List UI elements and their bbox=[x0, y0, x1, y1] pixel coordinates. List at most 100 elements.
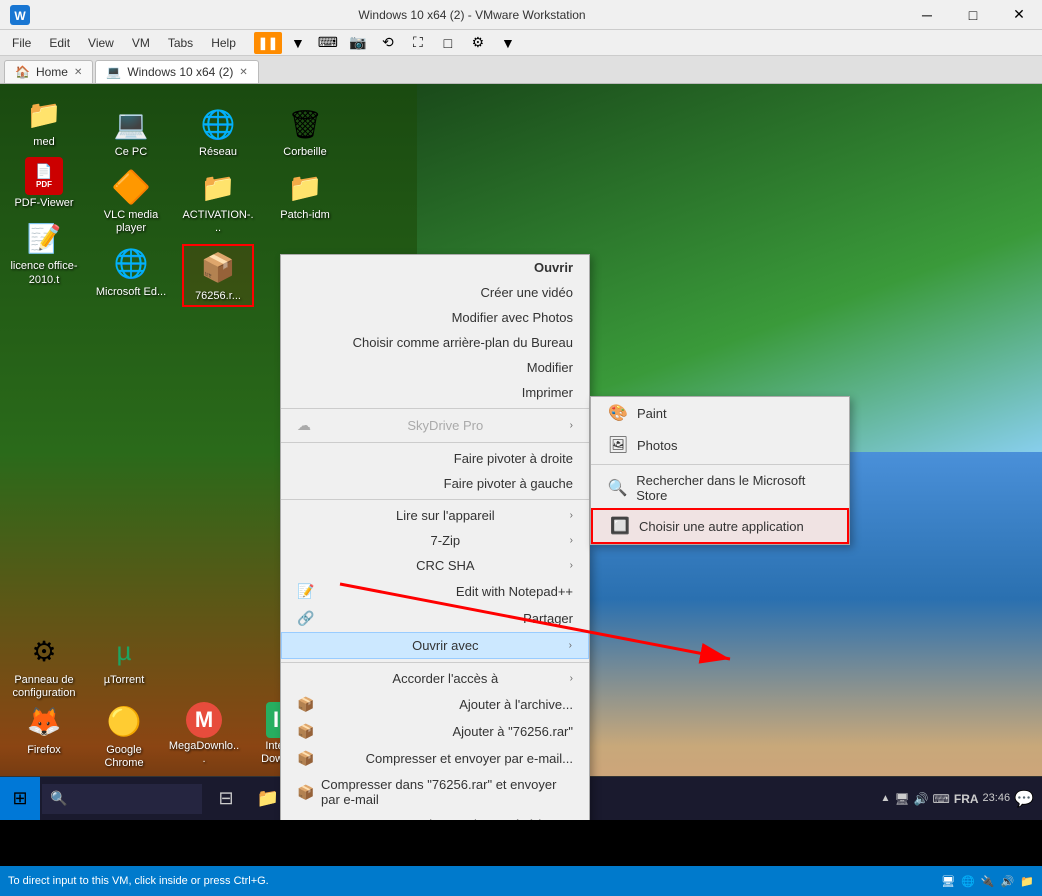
tab-vm-close[interactable]: ✕ bbox=[239, 67, 247, 78]
ctx-imprimer[interactable]: Imprimer bbox=[281, 380, 589, 405]
desktop-icon-reseau[interactable]: 🌐 Réseau bbox=[182, 104, 254, 159]
send-ctrl-alt-del[interactable]: ⌨ bbox=[314, 32, 342, 54]
network-status-icon: 🌐 bbox=[961, 875, 975, 888]
ctx-sep3 bbox=[281, 499, 589, 500]
tab-home[interactable]: 🏠 Home ✕ bbox=[4, 60, 93, 83]
ctx-pivoter-droite[interactable]: Faire pivoter à droite bbox=[281, 446, 589, 471]
settings[interactable]: ⚙ bbox=[464, 32, 492, 54]
desktop-icons-bottom: ⚙ Panneau de configuration µ µTorrent bbox=[8, 632, 160, 700]
unity[interactable]: □ bbox=[434, 32, 462, 54]
desktop-icons-bottom2: 🦊 Firefox 🟡 Google Chrome M MegaDownlo..… bbox=[8, 702, 320, 770]
tabbar: 🏠 Home ✕ 💻 Windows 10 x64 (2) ✕ bbox=[0, 56, 1042, 84]
sub-paint[interactable]: 🎨 Paint bbox=[591, 397, 849, 429]
window-title: Windows 10 x64 (2) - VMware Workstation bbox=[40, 8, 904, 22]
desktop-icon-cepc[interactable]: 💻 Ce PC bbox=[95, 104, 167, 159]
desktop-col-1: 💻 Ce PC 🔶 VLC media player 🌐 Microsoft E… bbox=[95, 104, 167, 307]
submenu: 🎨 Paint 🖼 Photos 🔍 Rechercher dans le Mi… bbox=[590, 396, 850, 545]
close-button[interactable]: ✕ bbox=[996, 0, 1042, 30]
menu-view[interactable]: View bbox=[80, 34, 122, 52]
desktop-icon-mega[interactable]: M MegaDownlo... bbox=[168, 702, 240, 770]
ctx-arriere-plan[interactable]: Choisir comme arrière-plan du Bureau bbox=[281, 330, 589, 355]
desktop-icon-activation[interactable]: 📁 ACTIVATION-... bbox=[182, 167, 254, 235]
desktop-icon-rar[interactable]: 📦 76256.r... bbox=[182, 244, 254, 307]
desktop-icon-vlc[interactable]: 🔶 VLC media player bbox=[95, 167, 167, 235]
ctx-7zip[interactable]: 7-Zip› bbox=[281, 528, 589, 553]
desktop-col-2: 🌐 Réseau 📁 ACTIVATION-... 📦 76256.r... bbox=[182, 104, 254, 307]
desktop-icon-utorrent[interactable]: µ µTorrent bbox=[88, 632, 160, 700]
tab-vm-label: Windows 10 x64 (2) bbox=[127, 65, 233, 79]
menu-help[interactable]: Help bbox=[203, 34, 244, 52]
ctx-sep2 bbox=[281, 442, 589, 443]
vm-start-button[interactable]: ⊞ bbox=[0, 777, 40, 821]
ctx-ouvrir[interactable]: Ouvrir bbox=[281, 255, 589, 280]
context-menu: Ouvrir Créer une vidéo Modifier avec Pho… bbox=[280, 254, 590, 820]
vm-notification-icon[interactable]: 💬 bbox=[1014, 789, 1034, 809]
snapshot[interactable]: 📷 bbox=[344, 32, 372, 54]
ctx-skydrive[interactable]: ☁SkyDrive Pro› bbox=[281, 412, 589, 439]
desktop-icon-firefox[interactable]: 🦊 Firefox bbox=[8, 702, 80, 770]
desktop-icon-chrome[interactable]: 🟡 Google Chrome bbox=[88, 702, 160, 770]
menu-file[interactable]: File bbox=[4, 34, 39, 52]
ctx-modifier[interactable]: Modifier bbox=[281, 355, 589, 380]
vm-network-icon[interactable]: 🖥 bbox=[894, 792, 909, 806]
ctx-restaurer[interactable]: Restaurer les versions précédentes bbox=[281, 812, 589, 820]
ctx-notepad[interactable]: 📝Edit with Notepad++ bbox=[281, 578, 589, 605]
vm-lang[interactable]: FRA bbox=[954, 792, 979, 806]
settings-arrow[interactable]: ▼ bbox=[494, 32, 522, 54]
tab-home-label: Home bbox=[36, 65, 68, 79]
power-button[interactable]: ▼ bbox=[284, 32, 312, 54]
desktop-icon-corbeille[interactable]: 🗑 Corbeille bbox=[269, 104, 341, 159]
ctx-sep4 bbox=[281, 662, 589, 663]
revert[interactable]: ⟲ bbox=[374, 32, 402, 54]
tab-home-close[interactable]: ✕ bbox=[74, 67, 82, 78]
vm-search-bar[interactable]: 🔍 bbox=[42, 784, 202, 814]
desktop-col-0: 📁 med 📄PDF PDF-Viewer 📝 licence office-2… bbox=[8, 94, 80, 307]
ctx-lire-appareil[interactable]: Lire sur l'appareil› bbox=[281, 503, 589, 528]
ctx-partager[interactable]: 🔗Partager bbox=[281, 605, 589, 632]
desktop-icon-patch[interactable]: 📁 Patch-idm bbox=[269, 167, 341, 222]
ctx-ajouter-rar[interactable]: 📦Ajouter à "76256.rar" bbox=[281, 718, 589, 745]
maximize-button[interactable]: □ bbox=[950, 0, 996, 30]
desktop-icon-pdf[interactable]: 📄PDF PDF-Viewer bbox=[8, 157, 80, 210]
ctx-sep1 bbox=[281, 408, 589, 409]
ctx-pivoter-gauche[interactable]: Faire pivoter à gauche bbox=[281, 471, 589, 496]
vm-keyboard-icon[interactable]: ⌨ bbox=[933, 792, 950, 806]
vm-taskview-icon[interactable]: ⊟ bbox=[206, 778, 246, 820]
ctx-ajouter-archive[interactable]: 📦Ajouter à l'archive... bbox=[281, 691, 589, 718]
ctx-ouvrir-avec[interactable]: Ouvrir avec› bbox=[281, 632, 589, 659]
ctx-crc-sha[interactable]: CRC SHA› bbox=[281, 553, 589, 578]
vm-systray: ▲ 🖥 🔊 ⌨ FRA 23:46 💬 bbox=[880, 789, 1042, 809]
ctx-modifier-photos[interactable]: Modifier avec Photos bbox=[281, 305, 589, 330]
desktop-icon-panneauconfig[interactable]: ⚙ Panneau de configuration bbox=[8, 632, 80, 700]
sub-photos[interactable]: 🖼 Photos bbox=[591, 429, 849, 461]
vm-systray-arrow[interactable]: ▲ bbox=[880, 793, 890, 804]
menu-tabs[interactable]: Tabs bbox=[160, 34, 201, 52]
ctx-creer-video[interactable]: Créer une vidéo bbox=[281, 280, 589, 305]
menu-vm[interactable]: VM bbox=[124, 34, 158, 52]
menu-edit[interactable]: Edit bbox=[41, 34, 78, 52]
minimize-button[interactable]: ─ bbox=[904, 0, 950, 30]
vm-volume-icon[interactable]: 🔊 bbox=[914, 792, 929, 806]
sub-autre-app[interactable]: 🔲 Choisir une autre application bbox=[591, 508, 849, 544]
sub-store[interactable]: 🔍 Rechercher dans le Microsoft Store bbox=[591, 468, 849, 508]
ctx-compresser-email[interactable]: 📦Compresser et envoyer par e-mail... bbox=[281, 745, 589, 772]
menubar: File Edit View VM Tabs Help ❚❚ ▼ ⌨ 📷 ⟲ ⛶… bbox=[0, 30, 1042, 56]
tab-vm[interactable]: 💻 Windows 10 x64 (2) ✕ bbox=[95, 60, 258, 83]
ctx-accorder[interactable]: Accorder l'accès à› bbox=[281, 666, 589, 691]
store-icon: 🔍 bbox=[607, 477, 628, 499]
ctx-compresser-rar-email[interactable]: 📦Compresser dans "76256.rar" et envoyer … bbox=[281, 772, 589, 812]
desktop-icon-med[interactable]: 📁 med bbox=[8, 94, 80, 149]
vm-display[interactable]: 📁 med 📄PDF PDF-Viewer 📝 licence office-2… bbox=[0, 84, 1042, 820]
photos-icon: 🖼 bbox=[607, 434, 629, 456]
window-controls: ─ □ ✕ bbox=[904, 0, 1042, 30]
toolbar: ❚❚ ▼ ⌨ 📷 ⟲ ⛶ □ ⚙ ▼ bbox=[254, 32, 522, 54]
desktop-icon-edge[interactable]: 🌐 Microsoft Ed... bbox=[95, 244, 167, 299]
fullscreen[interactable]: ⛶ bbox=[404, 32, 432, 54]
audio-status-icon: 🔊 bbox=[1001, 875, 1015, 888]
desktop-icon-licence[interactable]: 📝 licence office-2010.t bbox=[8, 218, 80, 286]
vm-icon: 💻 bbox=[106, 65, 121, 79]
vm-search-icon: 🔍 bbox=[50, 790, 67, 807]
vm-clock[interactable]: 23:46 bbox=[983, 791, 1011, 805]
pause-button[interactable]: ❚❚ bbox=[254, 32, 282, 54]
status-text: To direct input to this VM, click inside… bbox=[8, 875, 269, 887]
